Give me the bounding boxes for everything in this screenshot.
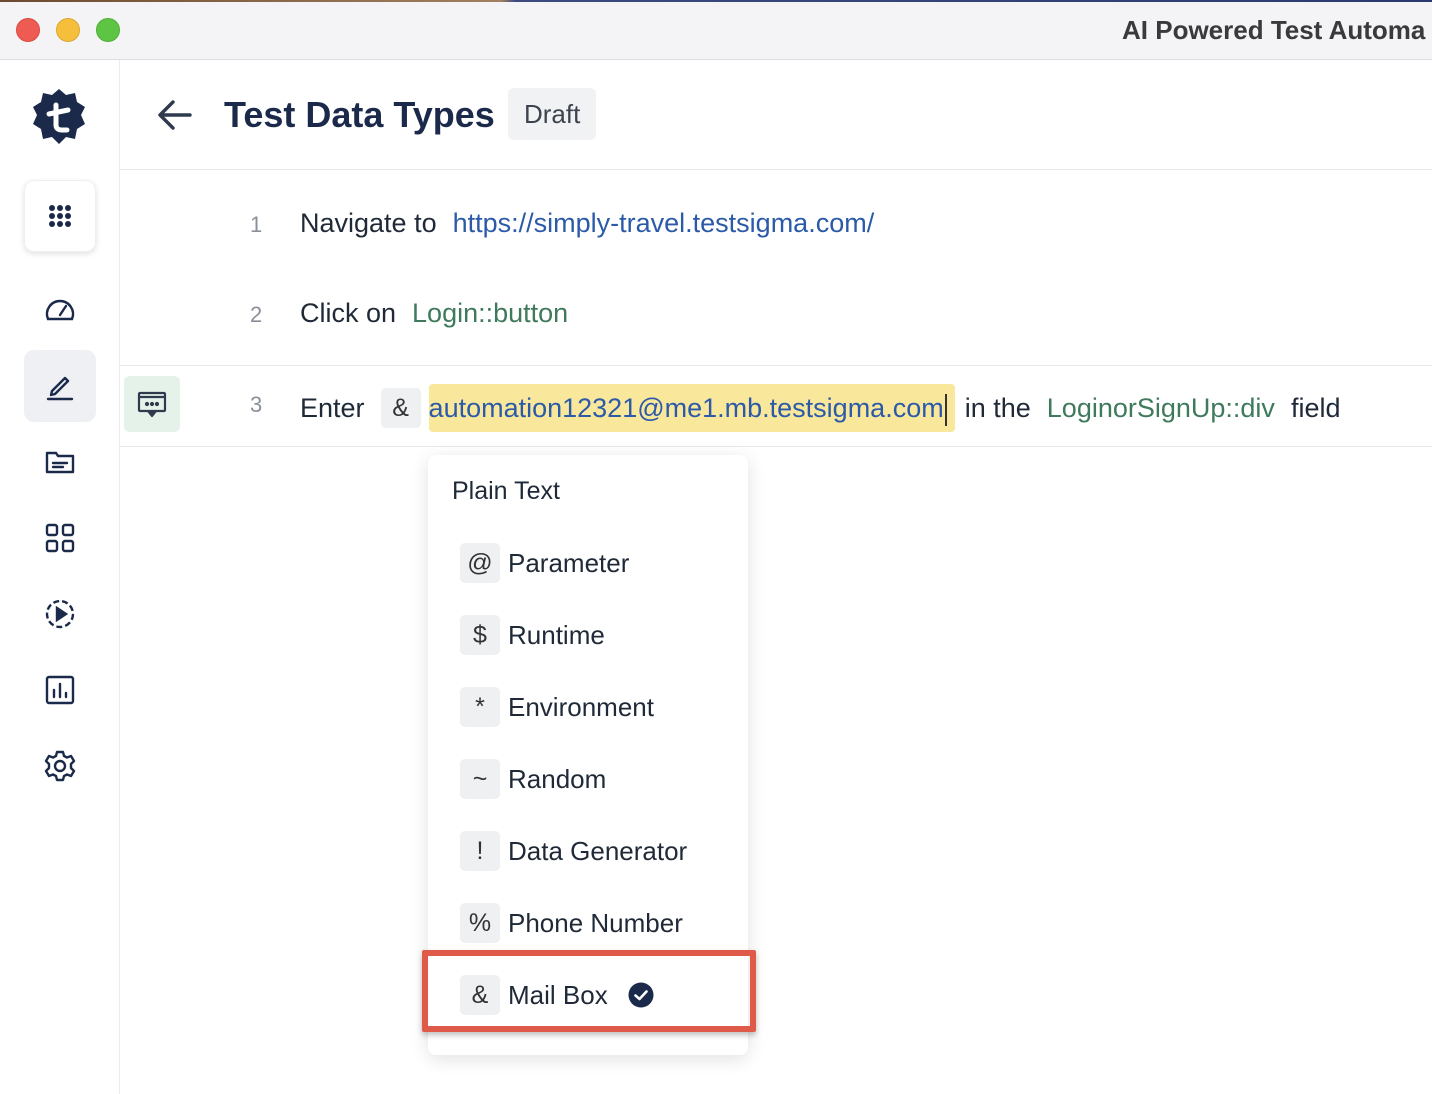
option-label: Random	[508, 763, 607, 794]
dashboard-gauge-icon	[45, 299, 75, 321]
testsigma-logo-icon[interactable]	[30, 88, 88, 146]
titlebar-edge	[0, 0, 1432, 2]
sidebar	[0, 60, 120, 1094]
apps-grid-icon	[49, 205, 71, 227]
step-url[interactable]: https://simply-travel.testsigma.com/	[453, 208, 875, 239]
nav-modules[interactable]	[24, 502, 96, 574]
option-symbol: ~	[460, 759, 500, 799]
step-text[interactable]: Click on Login::button	[300, 298, 568, 329]
step-row[interactable]: 2 Click on Login::button	[120, 276, 1432, 358]
data-type-chip[interactable]: &	[380, 388, 421, 428]
test-data-text: automation12321@me1.mb.testsigma.com	[428, 393, 944, 423]
modules-grid-icon	[45, 523, 75, 553]
step-options-icon	[137, 391, 167, 418]
settings-gear-icon	[44, 750, 76, 782]
option-symbol: !	[460, 831, 500, 871]
dropdown-option-data-generator[interactable]: ! Data Generator	[460, 831, 687, 871]
option-label: Runtime	[508, 619, 605, 650]
text-caret	[944, 393, 947, 426]
minimize-window-button[interactable]	[56, 18, 80, 42]
step-connector: in the	[964, 392, 1031, 423]
nav-runs[interactable]	[24, 578, 96, 650]
step-text[interactable]: Navigate to https://simply-travel.testsi…	[300, 208, 874, 239]
arrow-left-icon[interactable]	[156, 96, 194, 134]
window-title: AI Powered Test Automa	[1122, 15, 1426, 45]
dropdown-option-phone-number[interactable]: % Phone Number	[460, 903, 683, 943]
page-header: Test Data Types Draft	[120, 60, 1432, 170]
option-symbol: $	[460, 615, 500, 655]
option-symbol: %	[460, 903, 500, 943]
nav-dashboard[interactable]	[24, 274, 96, 346]
dropdown-option-parameter[interactable]: @ Parameter	[460, 543, 629, 583]
callout-highlight-box	[422, 950, 756, 1032]
nav-reports[interactable]	[24, 654, 96, 726]
step-number: 1	[250, 212, 263, 237]
status-badge: Draft	[508, 88, 597, 140]
step-options-button[interactable]	[124, 376, 180, 432]
step-element[interactable]: LoginorSignUp::div	[1047, 393, 1275, 424]
step-number: 3	[250, 392, 263, 417]
option-label: Phone Number	[508, 907, 683, 938]
run-play-icon	[45, 599, 75, 629]
test-data-value[interactable]: automation12321@me1.mb.testsigma.com	[428, 384, 955, 432]
reports-chart-icon	[45, 675, 75, 705]
option-label: Environment	[508, 691, 654, 722]
nav-apps[interactable]	[24, 180, 96, 252]
step-row-active[interactable]: 3 Enter & automation12321@me1.mb.testsig…	[120, 365, 1432, 447]
step-element[interactable]: Login::button	[412, 298, 568, 329]
step-action: Navigate to	[300, 208, 437, 238]
dropdown-option-plain-text[interactable]: Plain Text	[452, 477, 560, 506]
close-window-button[interactable]	[16, 18, 40, 42]
nav-settings[interactable]	[24, 730, 96, 802]
dropdown-option-runtime[interactable]: $ Runtime	[460, 615, 605, 655]
edit-pen-icon	[46, 376, 74, 401]
window-titlebar: AI Powered Test Automa	[0, 0, 1432, 60]
step-number: 2	[250, 302, 263, 327]
step-row[interactable]: 1 Navigate to https://simply-travel.test…	[120, 186, 1432, 268]
dropdown-option-random[interactable]: ~ Random	[460, 759, 606, 799]
page-title: Test Data Types	[224, 94, 495, 135]
option-label: Parameter	[508, 547, 630, 578]
option-symbol: @	[460, 543, 500, 583]
option-label: Data Generator	[508, 835, 688, 866]
step-suffix: field	[1290, 392, 1341, 423]
step-action: Enter	[300, 392, 365, 423]
option-symbol: *	[460, 687, 500, 727]
step-action: Click on	[300, 298, 397, 328]
zoom-window-button[interactable]	[96, 18, 120, 42]
step-text[interactable]: Enter & automation12321@me1.mb.testsigma…	[300, 384, 1340, 432]
nav-files[interactable]	[24, 426, 96, 498]
dropdown-option-environment[interactable]: * Environment	[460, 687, 654, 727]
nav-test-cases[interactable]	[24, 350, 96, 422]
folder-icon	[45, 451, 75, 474]
